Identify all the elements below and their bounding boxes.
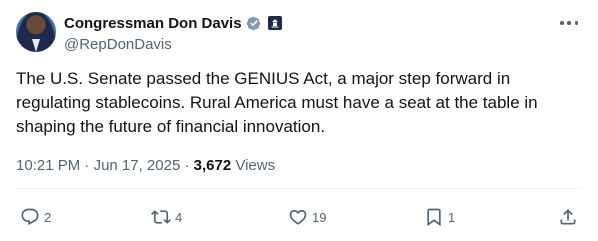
like-icon <box>289 209 307 225</box>
like-count: 19 <box>312 209 327 225</box>
repost-count: 4 <box>175 209 183 225</box>
divider <box>16 188 582 189</box>
tweet-time[interactable]: 10:21 PM <box>16 157 80 174</box>
tweet-meta: 10:21 PM · Jun 17, 2025 · 3,672 Views <box>16 157 275 174</box>
meta-separator-2: · <box>180 157 194 174</box>
reply-button[interactable]: 2 <box>20 205 51 229</box>
reply-count: 2 <box>44 209 52 225</box>
bookmark-icon <box>427 208 441 227</box>
bookmark-button[interactable]: 1 <box>424 205 455 229</box>
share-icon <box>560 209 576 225</box>
author-handle[interactable]: @RepDonDavis <box>64 36 282 53</box>
name-row: Congressman Don Davis <box>64 13 282 33</box>
more-icon[interactable] <box>558 14 580 32</box>
tweet-header: Congressman Don Davis @RepDonDavis <box>16 12 582 54</box>
tweet-date[interactable]: Jun 17, 2025 <box>94 157 181 174</box>
verified-badge-icon[interactable] <box>245 14 263 32</box>
repost-icon <box>151 210 171 224</box>
views-label: Views <box>231 157 276 174</box>
meta-separator: · <box>80 157 94 174</box>
views-count[interactable]: 3,672 <box>194 157 232 174</box>
share-button[interactable] <box>558 205 578 229</box>
avatar[interactable] <box>16 12 56 52</box>
tweet-text: The U.S. Senate passed the GENIUS Act, a… <box>16 69 538 136</box>
reply-icon <box>21 208 39 226</box>
repost-button[interactable]: 4 <box>151 205 182 229</box>
government-badge-icon[interactable] <box>267 16 282 30</box>
like-button[interactable]: 19 <box>288 205 326 229</box>
bookmark-count: 1 <box>448 209 456 225</box>
action-bar: 2 4 19 1 <box>20 205 578 229</box>
author-info: Congressman Don Davis @RepDonDavis <box>64 13 282 53</box>
author-display-name[interactable]: Congressman Don Davis <box>64 15 242 32</box>
